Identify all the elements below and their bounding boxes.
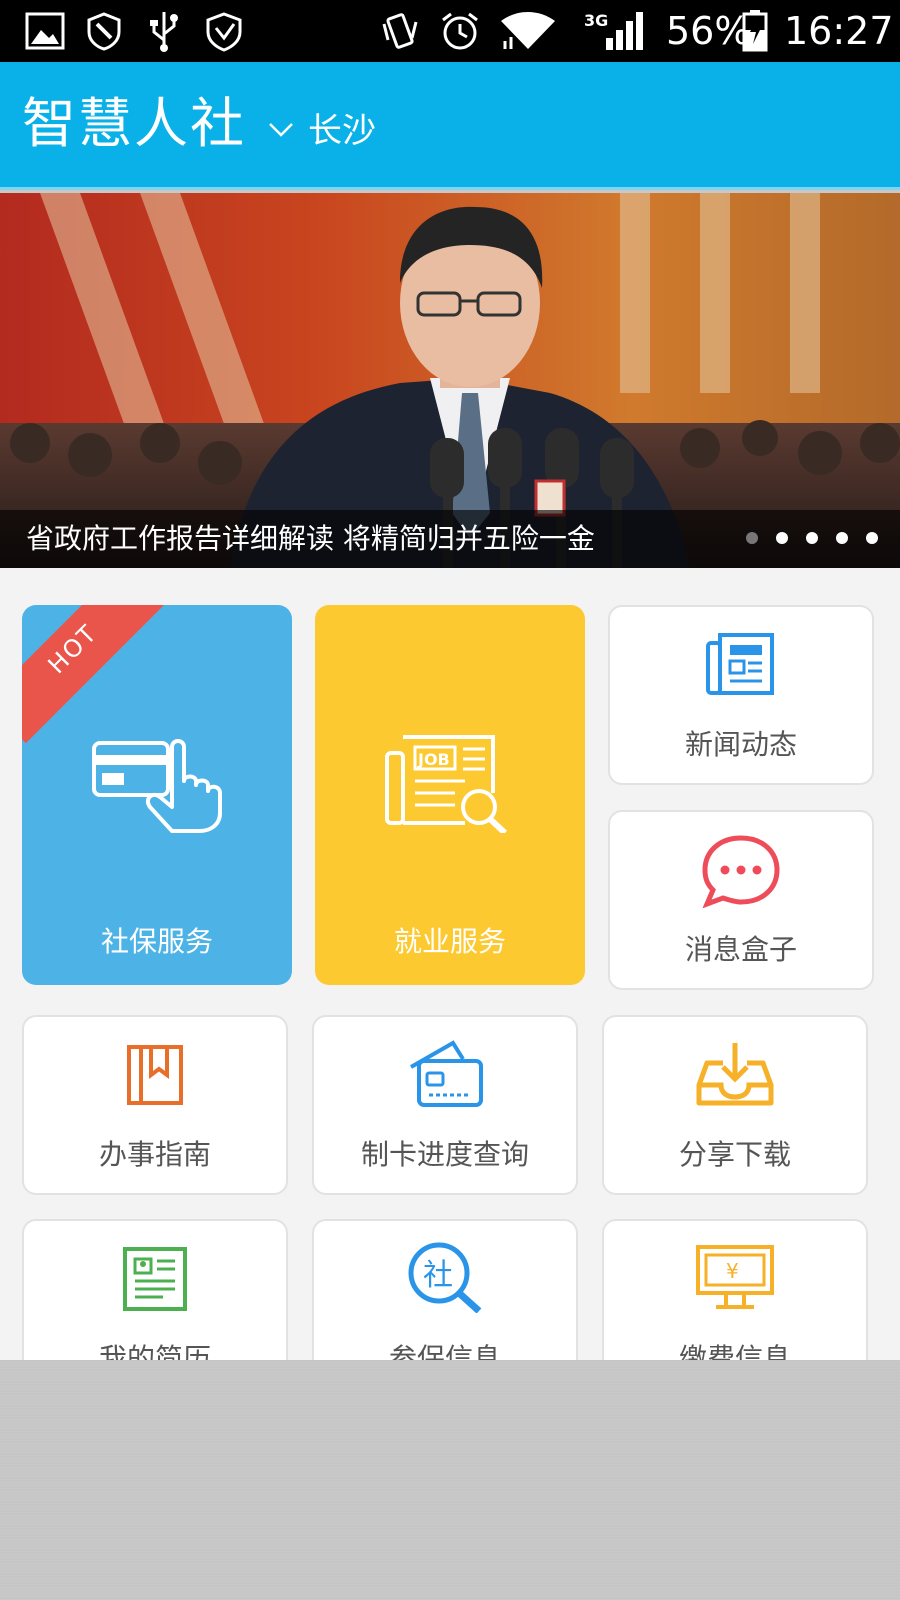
carousel-dot[interactable] xyxy=(866,532,878,544)
chat-bubble-icon xyxy=(702,835,780,908)
card-progress-tile[interactable]: 制卡进度查询 xyxy=(312,1015,578,1195)
social-security-tile[interactable]: HOT 社保服务 xyxy=(22,605,292,985)
insurance-info-tile[interactable]: 社 参保信息 xyxy=(312,1219,578,1360)
my-resume-tile[interactable]: 我的简历 xyxy=(22,1219,288,1360)
newspaper-icon xyxy=(706,633,774,695)
vpn-shield-icon xyxy=(202,10,246,52)
svg-text:3G: 3G xyxy=(584,11,608,30)
guide-label: 办事指南 xyxy=(98,1138,211,1171)
employment-label: 就业服务 xyxy=(393,925,506,958)
loading-overlay xyxy=(0,1360,900,1600)
clock: 16:27 xyxy=(784,9,894,53)
guide-book-icon xyxy=(127,1045,183,1105)
banner-caption-bar: 省政府工作报告详细解读 将精简归并五险一金 xyxy=(0,510,900,568)
app-header: 智慧人社 长沙 xyxy=(0,62,900,190)
share-download-tile[interactable]: 分享下载 xyxy=(602,1015,868,1195)
alarm-icon xyxy=(438,10,482,52)
service-grid: HOT 社保服务 JOB 就业服务 新闻动态 消息盒子 办事指南 制卡进度查询 … xyxy=(0,568,900,1360)
svg-text:¥: ¥ xyxy=(726,1259,739,1283)
messages-label: 消息盒子 xyxy=(684,933,797,966)
app-title: 智慧人社 xyxy=(22,92,246,155)
svg-text:JOB: JOB xyxy=(417,750,450,769)
share-download-label: 分享下载 xyxy=(678,1138,791,1171)
insurance-info-label: 参保信息 xyxy=(388,1342,501,1360)
messages-tile[interactable]: 消息盒子 xyxy=(608,810,874,990)
insurance-search-icon: 社 xyxy=(408,1242,482,1313)
carousel-dot[interactable] xyxy=(746,532,758,544)
social-security-label: 社保服务 xyxy=(100,925,213,958)
status-bar: 3G 56% 16:27 xyxy=(0,0,900,62)
guide-tile[interactable]: 办事指南 xyxy=(22,1015,288,1195)
news-label: 新闻动态 xyxy=(684,728,797,761)
battery-percent: 56% xyxy=(666,9,751,53)
news-tile[interactable]: 新闻动态 xyxy=(608,605,874,785)
payment-info-label: 缴费信息 xyxy=(678,1342,791,1360)
card-progress-label: 制卡进度查询 xyxy=(360,1138,529,1171)
banner-caption: 省政府工作报告详细解读 将精简归并五险一金 xyxy=(26,522,595,555)
hot-ribbon xyxy=(22,605,168,744)
city-selector[interactable]: 长沙 xyxy=(308,106,376,156)
signal-3g-icon: 3G xyxy=(584,10,646,52)
employment-tile[interactable]: JOB 就业服务 xyxy=(315,605,585,985)
gallery-notification-icon xyxy=(24,10,66,52)
job-search-icon: JOB xyxy=(385,735,508,833)
carousel-dot[interactable] xyxy=(806,532,818,544)
chevron-down-icon[interactable] xyxy=(268,120,294,140)
carousel-dot[interactable] xyxy=(836,532,848,544)
payment-info-tile[interactable]: ¥ 缴费信息 xyxy=(602,1219,868,1360)
download-tray-icon xyxy=(696,1043,774,1106)
bank-card-icon xyxy=(410,1040,483,1107)
card-tap-icon xyxy=(92,739,222,833)
battery-charging-icon xyxy=(740,10,770,52)
svg-text:社: 社 xyxy=(423,1258,453,1293)
usb-icon xyxy=(144,10,184,52)
carousel-indicator xyxy=(746,532,878,544)
wifi-icon xyxy=(498,10,558,52)
payment-monitor-icon: ¥ xyxy=(696,1245,774,1309)
carousel-dot[interactable] xyxy=(776,532,788,544)
my-resume-label: 我的简历 xyxy=(98,1342,211,1360)
resume-icon xyxy=(123,1247,187,1311)
shield-brush-icon xyxy=(82,10,126,52)
news-banner[interactable]: 省政府工作报告详细解读 将精简归并五险一金 xyxy=(0,193,900,568)
vibrate-icon xyxy=(380,10,420,52)
